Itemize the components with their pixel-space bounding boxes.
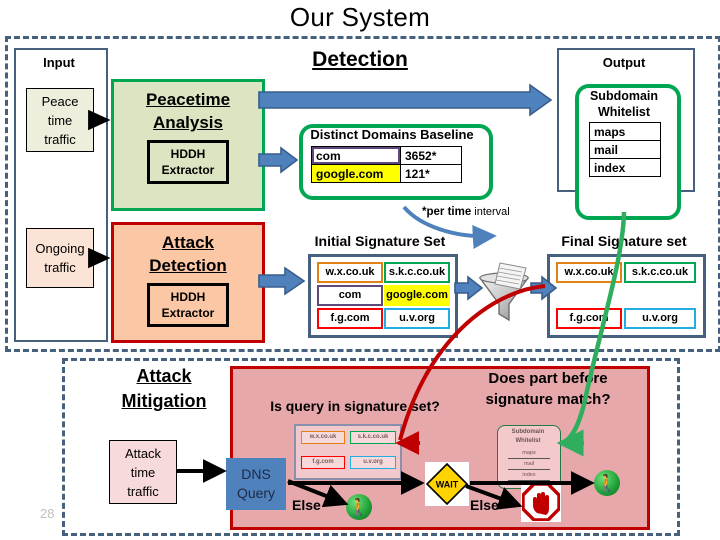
prefix-match-question: Does part before signature match? [468, 368, 628, 410]
attack-detection-title: Attack Detection [149, 231, 226, 277]
initial-chip-4: f.g.com [317, 308, 383, 329]
baseline-count-0: 3652* [400, 146, 462, 165]
attack-hddh-line-1: HDDH [170, 290, 206, 304]
mini-chip-3: u.v.org [350, 456, 396, 469]
final-signature-set-title: Final Signature set [561, 233, 687, 249]
baseline-count-1: 121* [400, 164, 462, 183]
ongoing-traffic-line-2: traffic [44, 260, 76, 275]
peacetime-traffic-line-1: Peace [41, 93, 79, 109]
peacetime-analysis-title: Peacetime Analysis [146, 88, 230, 134]
ongoing-traffic-line-1: Ongoing [35, 241, 85, 256]
attack-hddh-extractor: HDDH Extractor [146, 283, 230, 327]
page-title: Our System [289, 2, 431, 32]
final-chip-2: f.g.com [556, 308, 622, 329]
ongoing-traffic-box: Ongoing traffic [26, 228, 94, 288]
initial-chip-1: s.k.c.co.uk [384, 262, 450, 283]
mini-whitelist-rows: maps mail index [508, 448, 550, 481]
per-time-rest: interval [471, 206, 510, 218]
peacetime-traffic-box: Peace time traffic [26, 88, 94, 152]
mini-whitelist-item-2: index [508, 470, 550, 481]
attack-detection-title-line-2: Detection [149, 256, 227, 275]
peacetime-hddh-extractor: HDDH Extractor [146, 140, 230, 184]
peacetime-hddh-line-2: Extractor [161, 163, 215, 177]
subdomain-whitelist-title: Subdomain Whitelist [575, 88, 673, 120]
whitelist-item-2: index [589, 158, 661, 177]
peacetime-title-line-1: Peacetime [145, 90, 231, 109]
output-label: Output [602, 55, 646, 70]
attack-traffic-line-1: Attack [124, 445, 162, 461]
dns-query-box: DNS Query [226, 458, 286, 510]
peacetime-title-line-2: Analysis [153, 113, 223, 132]
initial-chip-3: google.com [384, 285, 450, 306]
mini-signature-set-box: w.x.co.uk s.k.c.co.uk f.g.com u.v.org [294, 424, 402, 480]
subdomain-whitelist-table: maps mail index [589, 122, 661, 177]
mini-chip-2: f.g.com [301, 456, 345, 469]
initial-signature-set-box: w.x.co.uk s.k.c.co.uk com google.com f.g… [308, 254, 458, 338]
per-time-interval-footnote: *per time interval [422, 206, 510, 218]
allow-walk-icon-2: 🚶 [594, 470, 620, 496]
peacetime-hddh-line-1: HDDH [170, 147, 206, 161]
peacetime-analysis-module: Peacetime Analysis HDDH Extractor [111, 79, 265, 211]
mini-whitelist-title: Subdomain Whitelist [497, 428, 559, 446]
match-question-line-1: Does part before [488, 370, 608, 387]
attack-time-traffic-box: Attack time traffic [109, 440, 177, 504]
peacetime-traffic-line-3: traffic [44, 131, 76, 147]
signature-set-question: Is query in signature set? [270, 398, 440, 414]
whitelist-item-1: mail [589, 140, 661, 159]
table-row: maps [589, 122, 661, 141]
mini-whitelist-item-1: mail [508, 459, 550, 470]
table-row: mail [589, 140, 661, 159]
final-chip-0: w.x.co.uk [556, 262, 622, 283]
mitigation-heading-line-1: Attack [136, 366, 192, 386]
baseline-domain-0: com [311, 146, 401, 165]
table-row: index [589, 158, 661, 177]
detection-heading: Detection [312, 48, 408, 71]
whitelist-title-line-1: Subdomain [589, 89, 659, 103]
distinct-domains-baseline-table: com 3652* google.com 121* [311, 146, 462, 183]
attack-hddh-line-2: Extractor [161, 306, 215, 320]
allow-walk-icon-1: 🚶 [346, 494, 372, 520]
initial-chip-5: u.v.org [384, 308, 450, 329]
stop-sign [521, 482, 561, 522]
table-row: google.com 121* [311, 164, 462, 183]
attack-detection-module: Attack Detection HDDH Extractor [111, 222, 265, 343]
final-signature-set-box: w.x.co.uk s.k.c.co.uk f.g.com u.v.org [547, 254, 706, 338]
attack-traffic-line-2: time [130, 464, 156, 480]
initial-chip-0: w.x.co.uk [317, 262, 383, 283]
mini-wl-title-line-2: Whitelist [515, 438, 541, 444]
attack-traffic-line-3: traffic [127, 483, 159, 499]
funnel-icon [478, 262, 530, 322]
match-question-line-2: signature match? [485, 391, 611, 408]
stop-hand-icon [522, 483, 560, 521]
whitelist-title-line-2: Whitelist [597, 105, 651, 119]
attack-mitigation-heading: Attack Mitigation [84, 364, 244, 414]
whitelist-item-0: maps [589, 122, 661, 141]
mini-whitelist-item-0: maps [508, 448, 550, 459]
mitigation-heading-line-2: Mitigation [121, 391, 207, 411]
distinct-domains-baseline-title: Distinct Domains Baseline [310, 127, 474, 142]
table-row: com 3652* [311, 146, 462, 165]
mini-wl-title-line-1: Subdomain [511, 429, 545, 435]
input-label: Input [43, 55, 75, 70]
wait-diamond-icon: WAIT [425, 462, 469, 506]
final-chip-1: s.k.c.co.uk [624, 262, 696, 283]
else-label-1: Else [292, 497, 321, 513]
dns-query-line-2: Query [236, 485, 276, 501]
per-time-bold: *per time [422, 206, 472, 218]
dns-query-line-1: DNS [241, 466, 271, 482]
initial-signature-set-title: Initial Signature Set [314, 233, 446, 249]
baseline-domain-1: google.com [311, 164, 401, 183]
wait-sign-label: WAIT [436, 480, 459, 490]
page-number: 28 [40, 506, 55, 521]
wait-sign: WAIT [425, 462, 469, 506]
final-chip-3: u.v.org [624, 308, 696, 329]
peacetime-traffic-line-2: time [47, 112, 73, 128]
attack-detection-title-line-1: Attack [162, 233, 214, 252]
else-label-2: Else [470, 497, 499, 513]
mini-chip-0: w.x.co.uk [301, 431, 345, 444]
mini-chip-1: s.k.c.co.uk [350, 431, 396, 444]
initial-chip-2: com [317, 285, 383, 306]
